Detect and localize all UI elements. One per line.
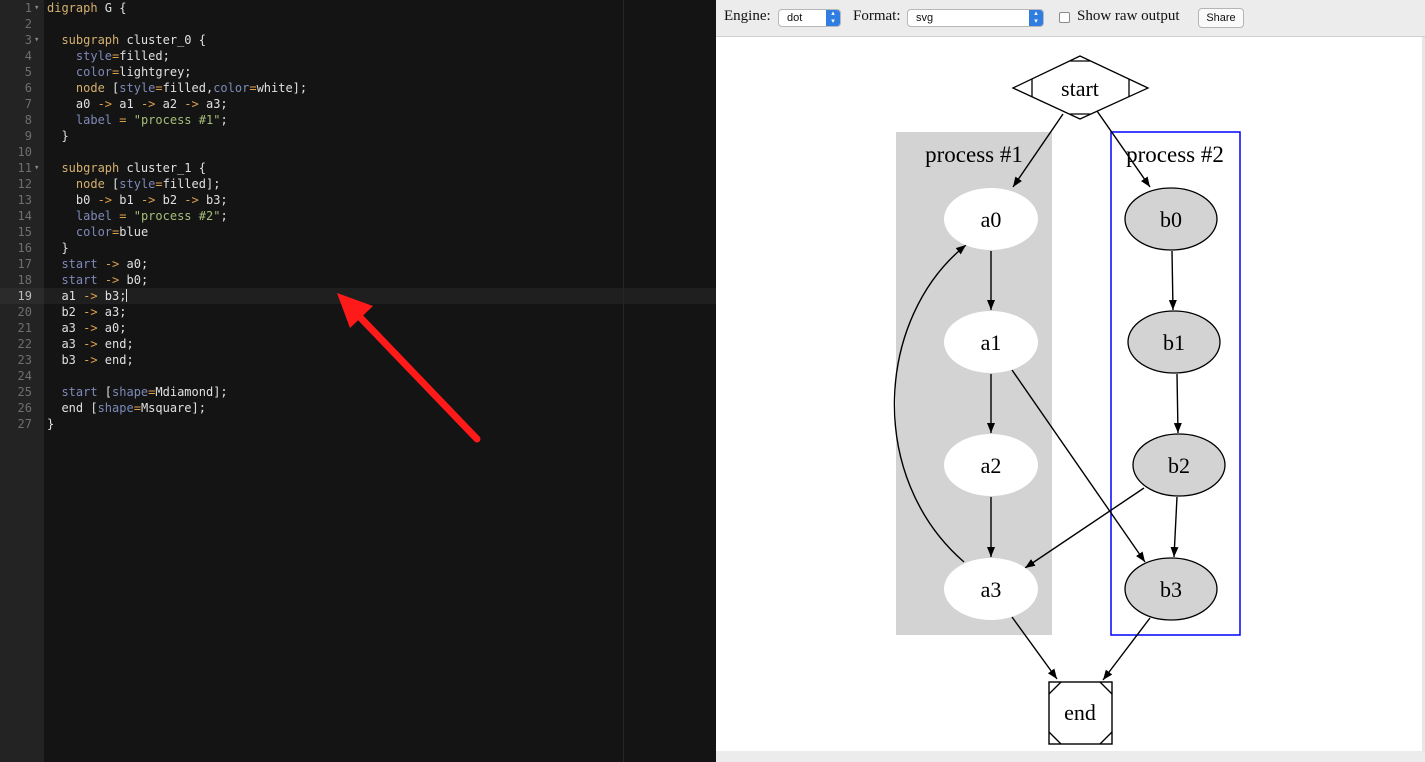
bottom-scroll-strip (716, 751, 1425, 762)
node-a3-label: a3 (981, 577, 1002, 602)
node-a0-label: a0 (981, 207, 1002, 232)
node-start: start (1011, 55, 1150, 120)
cluster-process-1-label: process #1 (925, 142, 1023, 167)
code-editor[interactable]: 1 ▾ 2 3 ▾ 4 5 6 7 8 9 10 11 ▾ 12 13 14 15 16 17 18 19 20 21 22 23… (0, 0, 716, 762)
edge-b1-b2 (1173, 373, 1182, 434)
node-b2: b2 (1132, 433, 1226, 497)
format-label: Format: (853, 8, 901, 24)
node-a1: a1 (944, 311, 1038, 373)
format-select-value: svg (916, 12, 934, 24)
select-arrows-icon: ▴ ▾ (826, 10, 840, 26)
graph-svg: process #1 process #2 start a0 a1 a2 a3 … (893, 55, 1241, 745)
node-b1-label: b1 (1163, 330, 1185, 355)
raw-output-label: Show raw output (1077, 8, 1180, 24)
node-b3-label: b3 (1160, 577, 1182, 602)
node-b0: b0 (1124, 187, 1218, 251)
engine-select[interactable]: dot ▴ ▾ (778, 9, 841, 27)
node-b0-label: b0 (1160, 207, 1182, 232)
node-start-label: start (1061, 76, 1099, 101)
node-a2: a2 (944, 434, 1038, 496)
engine-label: Engine: (724, 8, 771, 24)
node-a2-label: a2 (981, 453, 1002, 478)
cluster-process-2-label: process #2 (1126, 142, 1224, 167)
node-b2-label: b2 (1168, 453, 1190, 478)
node-a0: a0 (944, 188, 1038, 250)
share-button[interactable]: Share (1198, 8, 1244, 28)
node-end-label: end (1064, 700, 1096, 725)
node-a1-label: a1 (981, 330, 1002, 355)
edge-b2-b3 (1170, 496, 1179, 558)
arrow-shaft (351, 308, 481, 443)
node-b1: b1 (1127, 310, 1221, 374)
node-b3: b3 (1124, 557, 1218, 621)
graph-output-area: process #1 process #2 start a0 a1 a2 a3 … (716, 37, 1422, 751)
format-select[interactable]: svg ▴ ▾ (907, 9, 1044, 27)
red-annotation-arrow (337, 293, 481, 443)
select-arrows-icon: ▴ ▾ (1029, 10, 1043, 26)
engine-select-value: dot (787, 12, 803, 24)
node-a3: a3 (944, 558, 1038, 620)
raw-output-checkbox[interactable] (1059, 12, 1070, 23)
toolbar: Engine: dot ▴ ▾ Format: svg ▴ ▾ Show raw o… (716, 0, 1425, 37)
edge-b3-end (1102, 617, 1151, 681)
edge-b0-b1 (1168, 250, 1177, 311)
node-end: end (1048, 681, 1113, 745)
